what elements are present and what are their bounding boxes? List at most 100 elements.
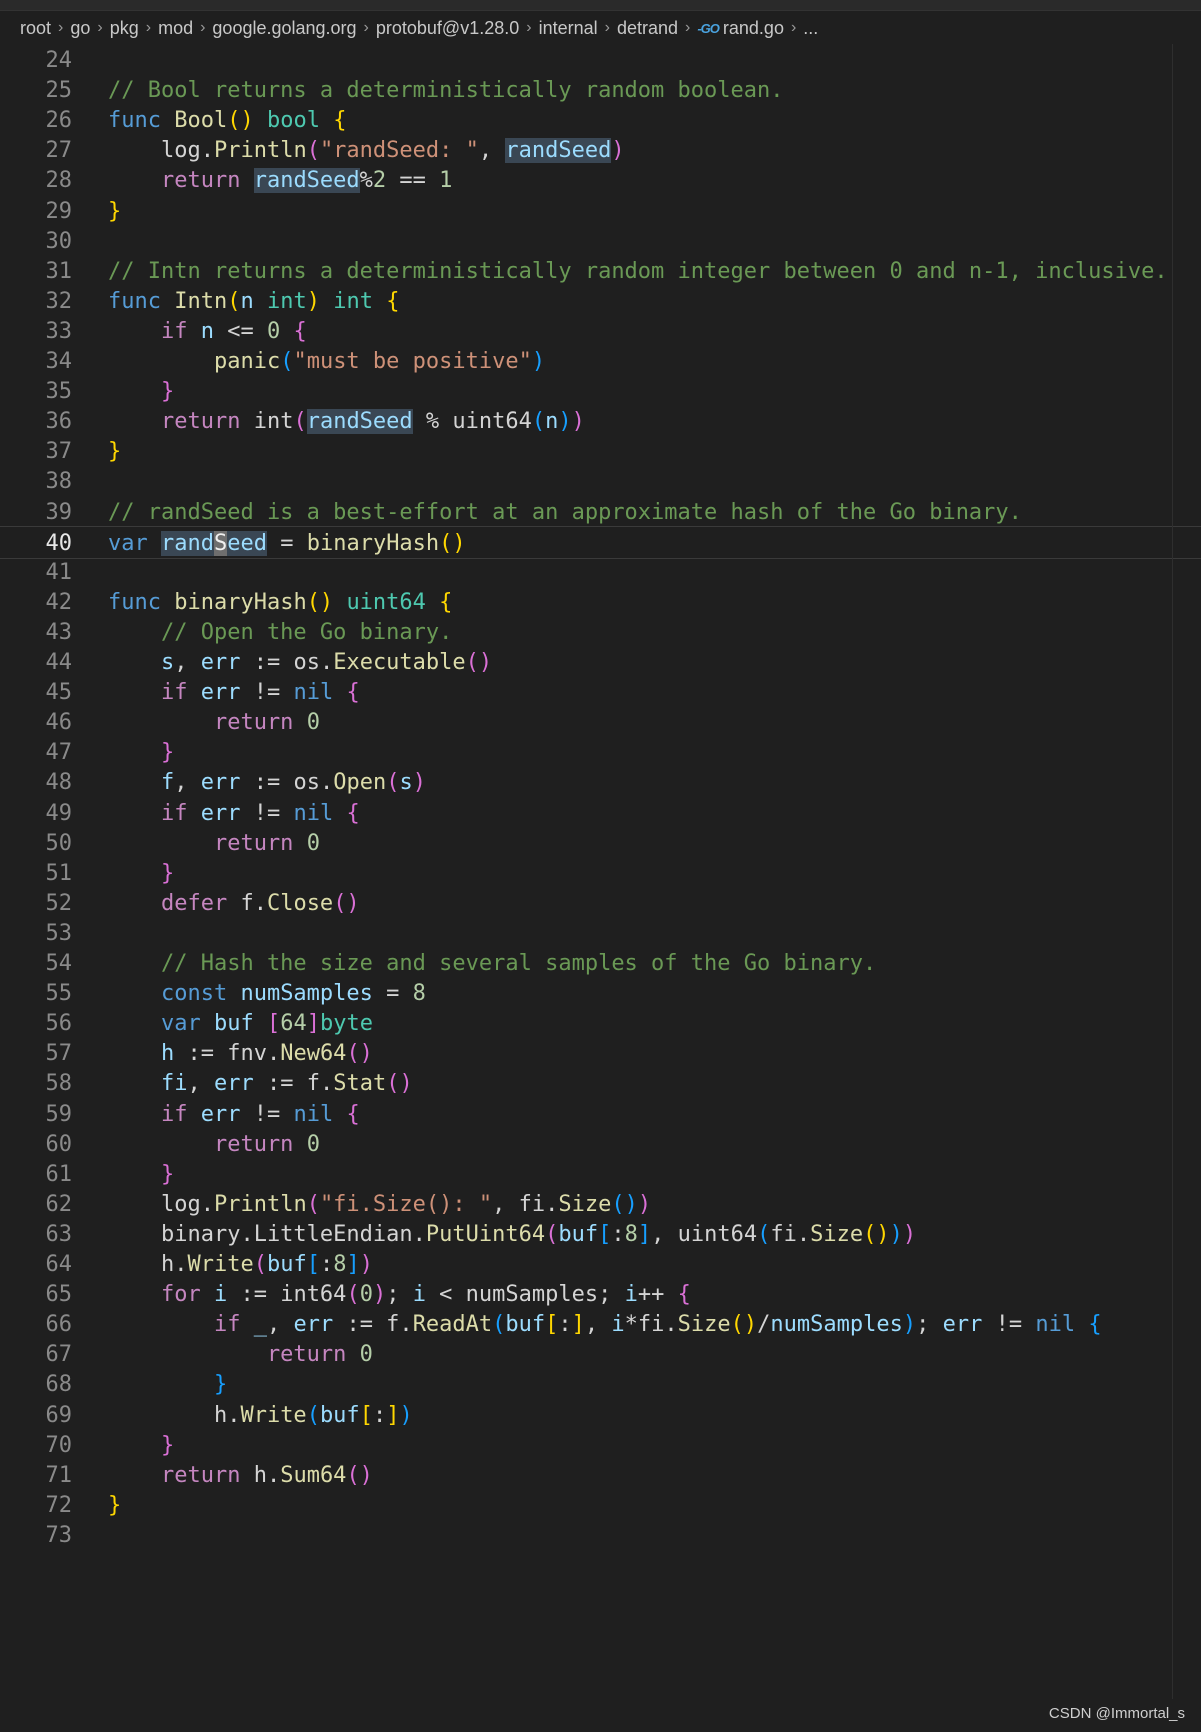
code-token: [ <box>545 1312 559 1338</box>
code-token: != <box>240 800 294 826</box>
code-line[interactable]: 59 if err != nil { <box>0 1098 1201 1131</box>
code-token: // Hash the size and several samples of … <box>108 951 877 976</box>
code-line[interactable]: 47 } <box>0 736 1201 769</box>
code-line[interactable]: 32 func Intn(n int) int { <box>0 285 1201 318</box>
code-token: err <box>200 770 241 796</box>
code-line[interactable]: 24 <box>0 44 1201 77</box>
code-token: := f. <box>333 1312 413 1338</box>
code-token: } <box>108 1161 175 1187</box>
code-line[interactable]: 48 f, err := os.Open(s) <box>0 766 1201 799</box>
code-token: { <box>439 589 453 615</box>
code-line[interactable]: 63 binary.LittleEndian.PutUint64(buf[:8]… <box>0 1218 1201 1251</box>
line-number: 52 <box>45 890 73 916</box>
code-token: n <box>240 288 254 314</box>
code-line[interactable]: 25 // Bool returns a deterministically ra… <box>0 74 1201 107</box>
code-line[interactable]: 71 return h.Sum64() <box>0 1459 1201 1492</box>
breadcrumb-item-detrand[interactable]: detrand <box>617 18 678 39</box>
breadcrumb-item-mod[interactable]: mod <box>158 18 193 39</box>
code-line[interactable]: 33 if n <= 0 { <box>0 315 1201 348</box>
code-token: := f. <box>253 1071 334 1097</box>
code-text: return 0 <box>108 1338 373 1371</box>
code-token: PutUint64 <box>425 1221 546 1247</box>
code-line[interactable]: 31 // Intn returns a deterministically ra… <box>0 255 1201 288</box>
code-line[interactable]: 45 if err != nil { <box>0 676 1201 709</box>
line-number: 34 <box>45 349 73 374</box>
code-line[interactable]: 37} <box>0 435 1201 468</box>
code-line[interactable]: 69 h.Write(buf[:]) <box>0 1399 1201 1432</box>
code-line[interactable]: 53 <box>0 917 1201 950</box>
breadcrumb-item-file[interactable]: rand.go <box>723 18 784 39</box>
code-line[interactable]: 67 return 0 <box>0 1338 1201 1371</box>
code-line[interactable]: 49 if err != nil { <box>0 797 1201 830</box>
code-line[interactable]: 65 for i := int64(0); i < numSamples; i+… <box>0 1278 1201 1311</box>
code-line[interactable]: 58 fi, err := f.Stat() <box>0 1067 1201 1100</box>
code-token: err <box>200 650 241 675</box>
code-token: nil <box>293 800 334 826</box>
code-line[interactable]: 38 <box>0 465 1201 498</box>
code-line[interactable]: 40 var randSeed = binaryHash() <box>0 525 1201 559</box>
line-number: 60 <box>45 1131 73 1157</box>
code-token: buf <box>319 1402 360 1428</box>
code-token: binary.LittleEndian. <box>108 1221 426 1247</box>
code-line[interactable]: 46 return 0 <box>0 706 1201 739</box>
code-line[interactable]: 72} <box>0 1489 1201 1522</box>
line-number: 59 <box>45 1101 73 1127</box>
code-token: != <box>982 1312 1036 1338</box>
code-token: { <box>346 800 360 826</box>
code-text: // Intn returns a deterministically rand… <box>108 255 1168 288</box>
code-line[interactable]: 26 func Bool() bool { <box>0 104 1201 137</box>
breadcrumb-item-protobuf[interactable]: protobuf@v1.28.0 <box>376 18 519 39</box>
code-line[interactable]: 29} <box>0 195 1201 228</box>
code-editor[interactable]: 24 25 // Bool returns a deterministically … <box>0 44 1201 1699</box>
code-token: ) <box>399 1402 413 1428</box>
code-line[interactable]: 70 } <box>0 1429 1201 1462</box>
code-line[interactable]: 56 var buf [64]byte <box>0 1007 1201 1040</box>
code-line[interactable]: 64 h.Write(buf[:8]) <box>0 1248 1201 1281</box>
code-line[interactable]: 39 // randSeed is a best-effort at an app… <box>0 496 1201 529</box>
code-line[interactable]: 42 func binaryHash() uint64 { <box>0 586 1201 619</box>
code-token: } <box>108 1372 228 1398</box>
code-line[interactable]: 57 h := fnv.New64() <box>0 1037 1201 1070</box>
line-number: 50 <box>45 830 73 856</box>
breadcrumb-item-internal[interactable]: internal <box>539 18 598 39</box>
code-line[interactable]: 44 s, err := os.Executable() <box>0 646 1201 679</box>
code-token: () <box>346 1462 373 1488</box>
code-line[interactable]: 27 log.Println("randSeed: ", randSeed) <box>0 134 1201 167</box>
code-text: if err != nil { <box>108 1098 360 1131</box>
code-line[interactable]: 50 return 0 <box>0 827 1201 860</box>
breadcrumb-item-google-golang-org[interactable]: google.golang.org <box>212 18 356 39</box>
breadcrumb-item-root[interactable]: root <box>20 18 51 39</box>
code-token: func <box>108 108 175 134</box>
code-line[interactable]: 66 if _, err := f.ReadAt(buf[:], i*fi.Si… <box>0 1308 1201 1341</box>
code-token: rand <box>160 530 214 556</box>
code-text: log.Println("fi.Size(): ", fi.Size()) <box>108 1188 651 1221</box>
code-line[interactable]: 61 } <box>0 1158 1201 1191</box>
code-line[interactable]: 35 } <box>0 375 1201 408</box>
code-line[interactable]: 34 panic("must be positive") <box>0 345 1201 378</box>
code-line[interactable]: 52 defer f.Close() <box>0 887 1201 920</box>
code-line[interactable]: 54 // Hash the size and several samples … <box>0 947 1201 980</box>
code-line[interactable]: 55 const numSamples = 8 <box>0 977 1201 1010</box>
code-line[interactable]: 30 <box>0 225 1201 258</box>
line-number: 66 <box>45 1312 73 1338</box>
code-token: } <box>108 198 122 224</box>
breadcrumb-item-pkg[interactable]: pkg <box>110 18 139 39</box>
code-text: panic("must be positive") <box>108 345 545 378</box>
code-line[interactable]: 68 } <box>0 1368 1201 1401</box>
code-token: i <box>412 1282 426 1308</box>
code-token: <= <box>213 318 267 344</box>
breadcrumb-item-go[interactable]: go <box>70 18 90 39</box>
code-line[interactable]: 73 <box>0 1519 1201 1552</box>
code-line[interactable]: 62 log.Println("fi.Size(): ", fi.Size()) <box>0 1188 1201 1221</box>
code-token: () <box>386 1071 413 1097</box>
breadcrumb-more[interactable]: ... <box>803 18 818 39</box>
code-line[interactable]: 36 return int(randSeed % uint64(n)) <box>0 405 1201 438</box>
code-line[interactable]: 60 return 0 <box>0 1128 1201 1161</box>
code-line[interactable]: 28 return randSeed%2 == 1 <box>0 164 1201 197</box>
code-line[interactable]: 43 // Open the Go binary. <box>0 616 1201 649</box>
code-line[interactable]: 51 } <box>0 857 1201 890</box>
code-line[interactable]: 41 <box>0 556 1201 589</box>
line-number: 72 <box>45 1492 73 1518</box>
